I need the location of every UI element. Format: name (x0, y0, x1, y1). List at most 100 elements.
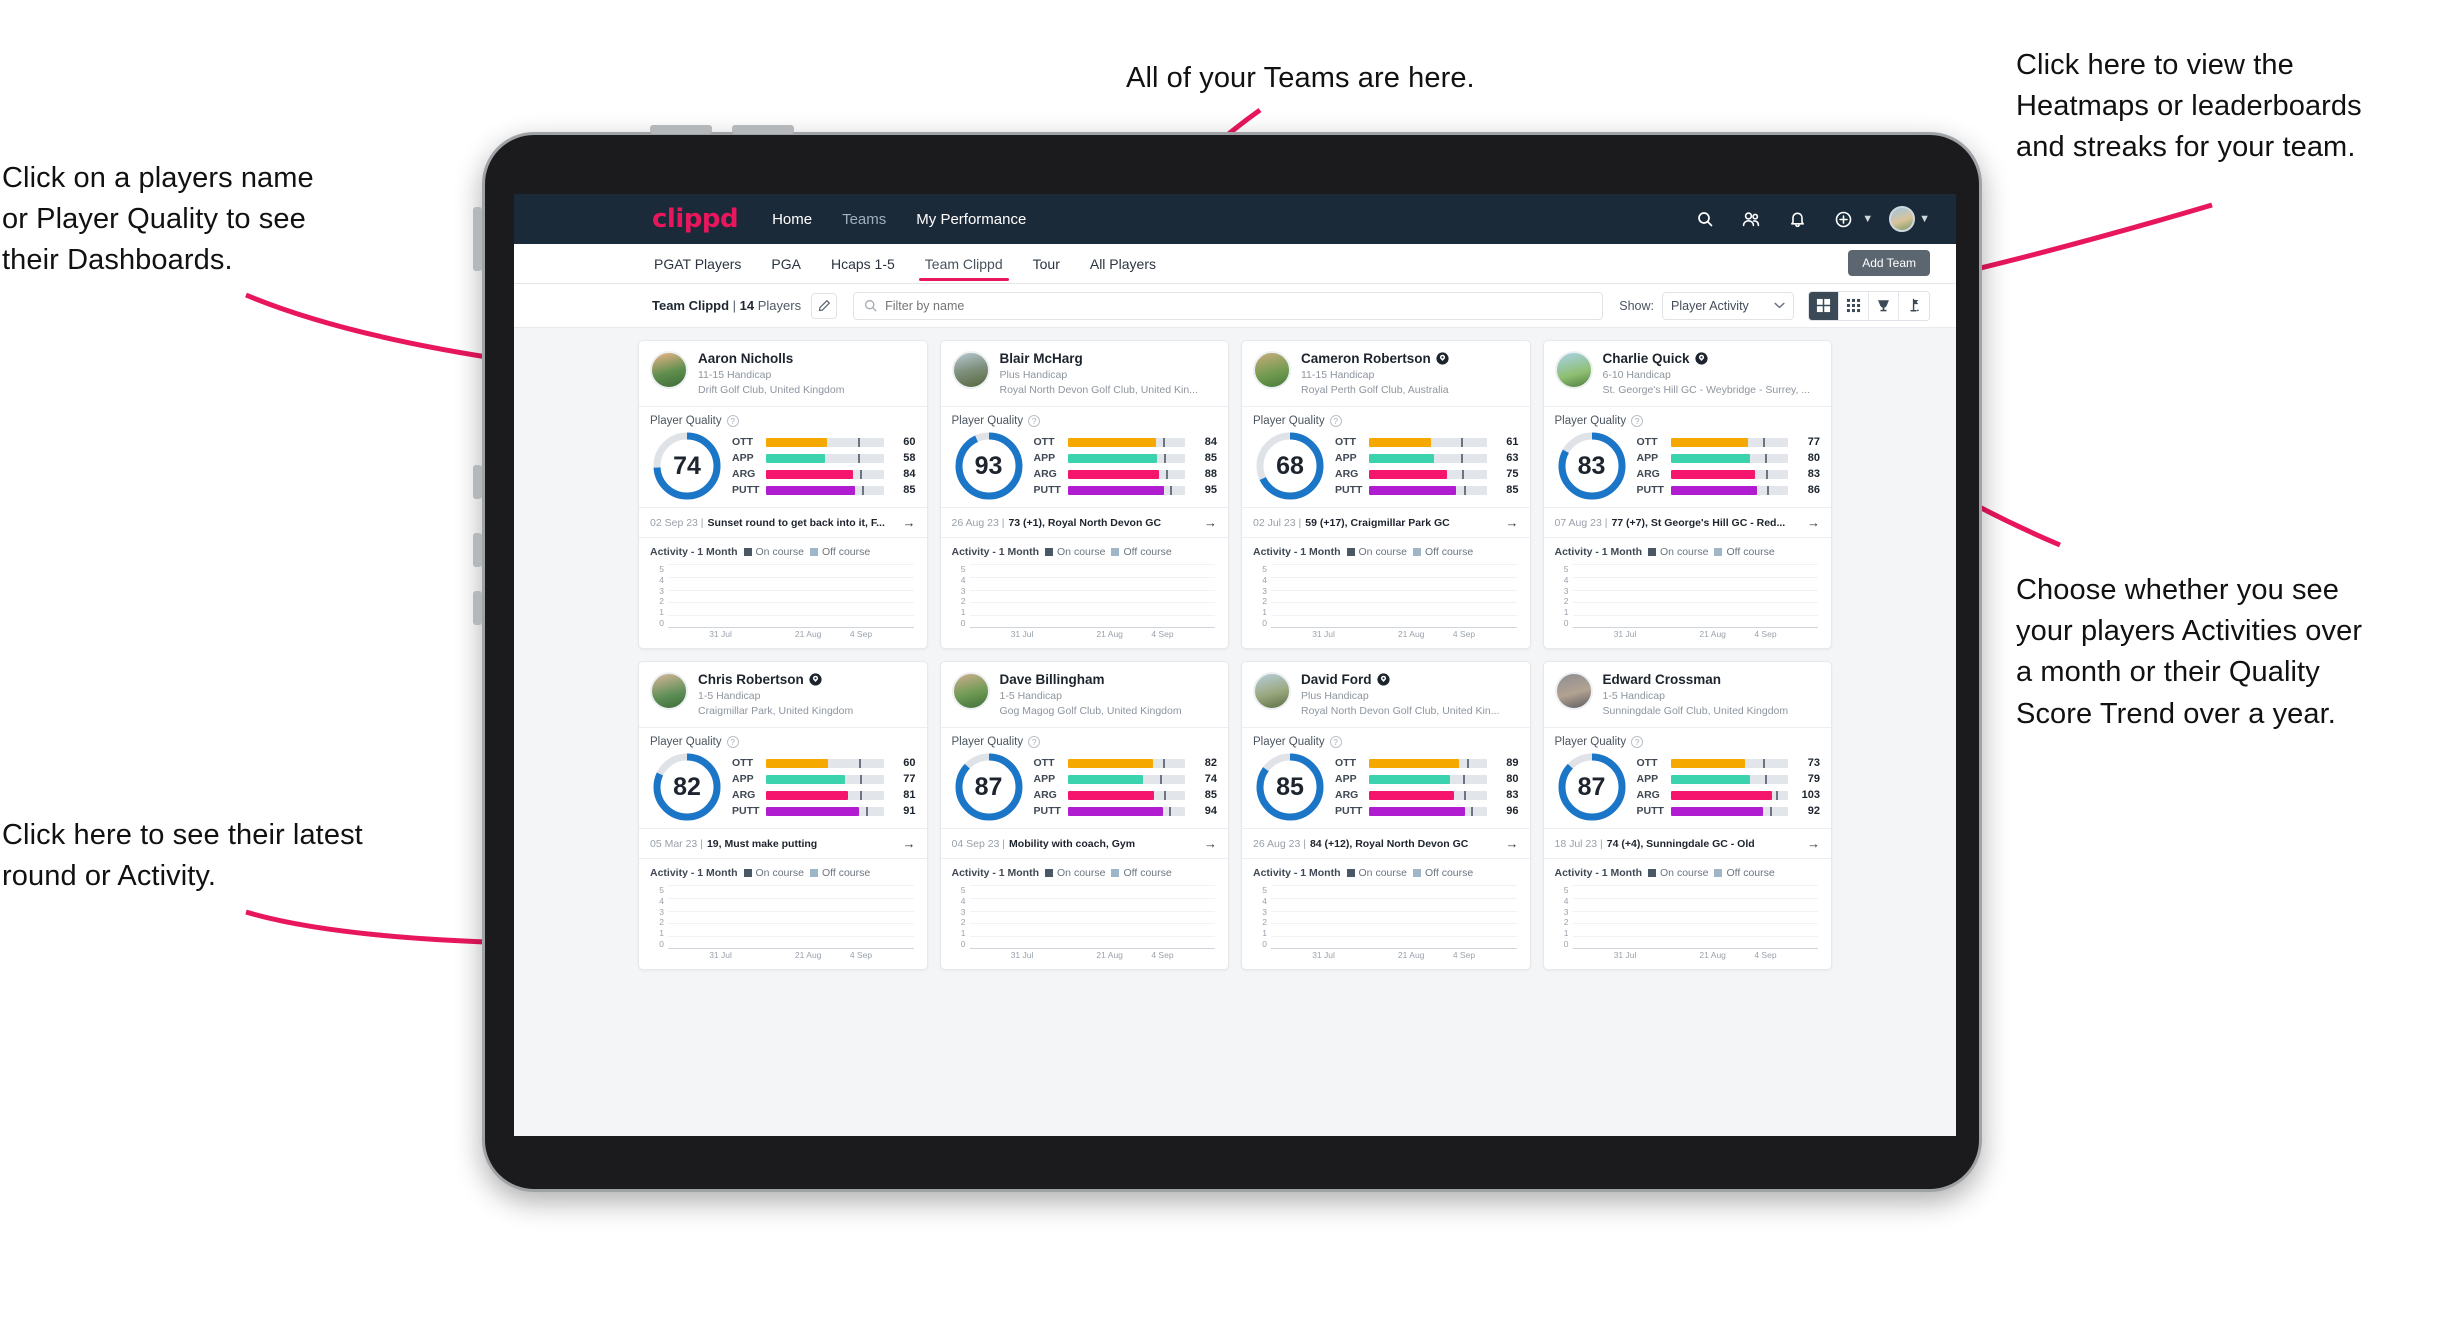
bell-icon[interactable] (1782, 204, 1812, 234)
account-chevron-down-icon[interactable]: ▼ (1919, 213, 1930, 225)
arrow-right-icon[interactable]: → (1498, 515, 1519, 530)
search-icon[interactable] (1690, 204, 1720, 234)
player-card[interactable]: Dave Billingham 1-5 Handicap Gog Magog G… (939, 661, 1229, 970)
player-name-row[interactable]: David Ford (1301, 672, 1519, 687)
player-avatar[interactable] (951, 672, 990, 710)
search-field-wrapper[interactable] (853, 291, 1604, 320)
arrow-right-icon[interactable]: → (1196, 836, 1217, 851)
player-card-header[interactable]: Chris Robertson 1-5 Handicap Craigmillar… (639, 662, 927, 727)
quality-score-ring[interactable]: 93 (954, 431, 1024, 501)
flag-icon[interactable] (1899, 291, 1929, 320)
player-quality-section[interactable]: Player Quality ? 87 OTT (941, 728, 1229, 828)
player-card-header[interactable]: Charlie Quick 6-10 Handicap St. George's… (1544, 341, 1832, 406)
player-avatar[interactable] (1253, 672, 1291, 710)
volume-up-button[interactable] (473, 465, 482, 499)
player-card-header[interactable]: David Ford Plus Handicap Royal North Dev… (1242, 662, 1530, 727)
grid-view-icon[interactable] (1809, 291, 1839, 320)
player-card-header[interactable]: Blair McHarg Plus Handicap Royal North D… (941, 341, 1229, 406)
nav-link-teams[interactable]: Teams (842, 211, 886, 228)
latest-round-row[interactable]: 05 Mar 23 | 19, Must make putting → (639, 828, 927, 859)
player-card[interactable]: Edward Crossman 1-5 Handicap Sunningdale… (1542, 661, 1832, 970)
quality-score-ring[interactable]: 87 (1557, 752, 1627, 822)
player-name[interactable]: David Ford (1301, 672, 1372, 687)
help-icon[interactable]: ? (1631, 415, 1644, 427)
player-avatar[interactable] (1554, 351, 1593, 389)
player-name[interactable]: Charlie Quick (1603, 351, 1690, 366)
latest-round-row[interactable]: 26 Aug 23 | 84 (+12), Royal North Devon … (1242, 828, 1530, 859)
player-card-header[interactable]: Edward Crossman 1-5 Handicap Sunningdale… (1544, 662, 1832, 727)
plus-circle-icon[interactable] (1828, 204, 1858, 234)
arrow-right-icon[interactable]: → (1799, 836, 1820, 851)
avatar[interactable] (1889, 206, 1916, 232)
nav-link-my-performance[interactable]: My Performance (916, 211, 1026, 228)
player-avatar[interactable] (951, 351, 990, 389)
dense-grid-icon[interactable] (1839, 291, 1869, 320)
add-team-button[interactable]: Add Team (1848, 250, 1930, 276)
tab-hcaps-1-5[interactable]: Hcaps 1-5 (829, 246, 897, 281)
show-select[interactable]: Player Activity (1662, 291, 1794, 320)
player-quality-section[interactable]: Player Quality ? 82 OTT 60 APP 77 ARG 81… (639, 728, 927, 828)
tab-tour[interactable]: Tour (1031, 246, 1062, 281)
quality-score-ring[interactable]: 85 (1255, 752, 1325, 822)
player-name-row[interactable]: Aaron Nicholls (698, 351, 916, 366)
player-quality-section[interactable]: Player Quality ? 85 OTT 89 APP 80 ARG 83… (1242, 728, 1530, 828)
player-name[interactable]: Chris Robertson (698, 672, 804, 687)
player-quality-section[interactable]: Player Quality ? 93 OTT 84 APP 85 ARG 88… (941, 407, 1229, 507)
help-icon[interactable]: ? (1631, 736, 1644, 748)
latest-round-row[interactable]: 02 Sep 23 | Sunset round to get back int… (639, 507, 927, 538)
player-name-row[interactable]: Dave Billingham (1000, 672, 1218, 687)
player-name-row[interactable]: Chris Robertson (698, 672, 916, 687)
tab-pgat-players[interactable]: PGAT Players (652, 246, 743, 281)
player-name-row[interactable]: Blair McHarg (1000, 351, 1218, 366)
player-quality-section[interactable]: Player Quality ? 87 OTT (1544, 728, 1832, 828)
player-name-row[interactable]: Charlie Quick (1603, 351, 1821, 366)
plus-chevron-down-icon[interactable]: ▼ (1862, 213, 1873, 225)
quality-score-ring[interactable]: 83 (1557, 431, 1627, 501)
latest-round-row[interactable]: 04 Sep 23 | Mobility with coach, Gym → (940, 828, 1228, 859)
latest-round-row[interactable]: 02 Jul 23 | 59 (+17), Craigmillar Park G… (1242, 507, 1530, 538)
player-avatar[interactable] (1554, 672, 1593, 710)
search-input[interactable] (885, 298, 1593, 313)
player-avatar[interactable] (650, 351, 688, 389)
nav-link-home[interactable]: Home (772, 211, 812, 228)
player-avatar[interactable] (1253, 351, 1291, 389)
quality-score-ring[interactable]: 87 (954, 752, 1024, 822)
side-button[interactable] (473, 591, 482, 625)
arrow-right-icon[interactable]: → (1196, 515, 1217, 530)
tab-pga[interactable]: PGA (769, 246, 803, 281)
tab-all-players[interactable]: All Players (1088, 246, 1158, 281)
player-card-header[interactable]: Dave Billingham 1-5 Handicap Gog Magog G… (941, 662, 1229, 727)
pencil-icon[interactable] (811, 292, 838, 319)
player-name[interactable]: Edward Crossman (1603, 672, 1722, 687)
player-card-header[interactable]: Cameron Robertson 11-15 Handicap Royal P… (1242, 341, 1530, 406)
quality-score-ring[interactable]: 74 (652, 431, 722, 501)
clippd-logo[interactable]: clippd (652, 204, 739, 234)
help-icon[interactable]: ? (726, 415, 739, 427)
player-card[interactable]: Blair McHarg Plus Handicap Royal North D… (939, 340, 1229, 649)
player-card[interactable]: Charlie Quick 6-10 Handicap St. George's… (1542, 340, 1832, 649)
player-avatar[interactable] (650, 672, 688, 710)
arrow-right-icon[interactable]: → (895, 836, 916, 851)
volume-down-button[interactable] (473, 533, 482, 567)
help-icon[interactable]: ? (1028, 415, 1041, 427)
power-button[interactable] (473, 207, 482, 271)
latest-round-row[interactable]: 26 Aug 23 | 73 (+1), Royal North Devon G… (940, 507, 1228, 538)
help-icon[interactable]: ? (1329, 415, 1342, 427)
player-name-row[interactable]: Cameron Robertson (1301, 351, 1519, 366)
arrow-right-icon[interactable]: → (1799, 515, 1820, 530)
arrow-right-icon[interactable]: → (895, 515, 916, 530)
tab-team-clippd[interactable]: Team Clippd (918, 246, 1009, 281)
help-icon[interactable]: ? (1329, 736, 1342, 748)
help-icon[interactable]: ? (1028, 736, 1041, 748)
player-card[interactable]: Cameron Robertson 11-15 Handicap Royal P… (1241, 340, 1531, 649)
latest-round-row[interactable]: 07 Aug 23 | 77 (+7), St George's Hill GC… (1543, 507, 1831, 538)
latest-round-row[interactable]: 18 Jul 23 | 74 (+4), Sunningdale GC - Ol… (1543, 828, 1831, 859)
player-name-row[interactable]: Edward Crossman (1603, 672, 1821, 687)
player-card-header[interactable]: Aaron Nicholls 11-15 Handicap Drift Golf… (639, 341, 927, 406)
player-card[interactable]: Aaron Nicholls 11-15 Handicap Drift Golf… (638, 340, 928, 649)
player-card[interactable]: David Ford Plus Handicap Royal North Dev… (1241, 661, 1531, 970)
quality-score-ring[interactable]: 82 (652, 752, 722, 822)
player-name[interactable]: Blair McHarg (1000, 351, 1083, 366)
player-card[interactable]: Chris Robertson 1-5 Handicap Craigmillar… (638, 661, 928, 970)
player-quality-section[interactable]: Player Quality ? 68 OTT 61 APP 63 ARG 75… (1242, 407, 1530, 507)
